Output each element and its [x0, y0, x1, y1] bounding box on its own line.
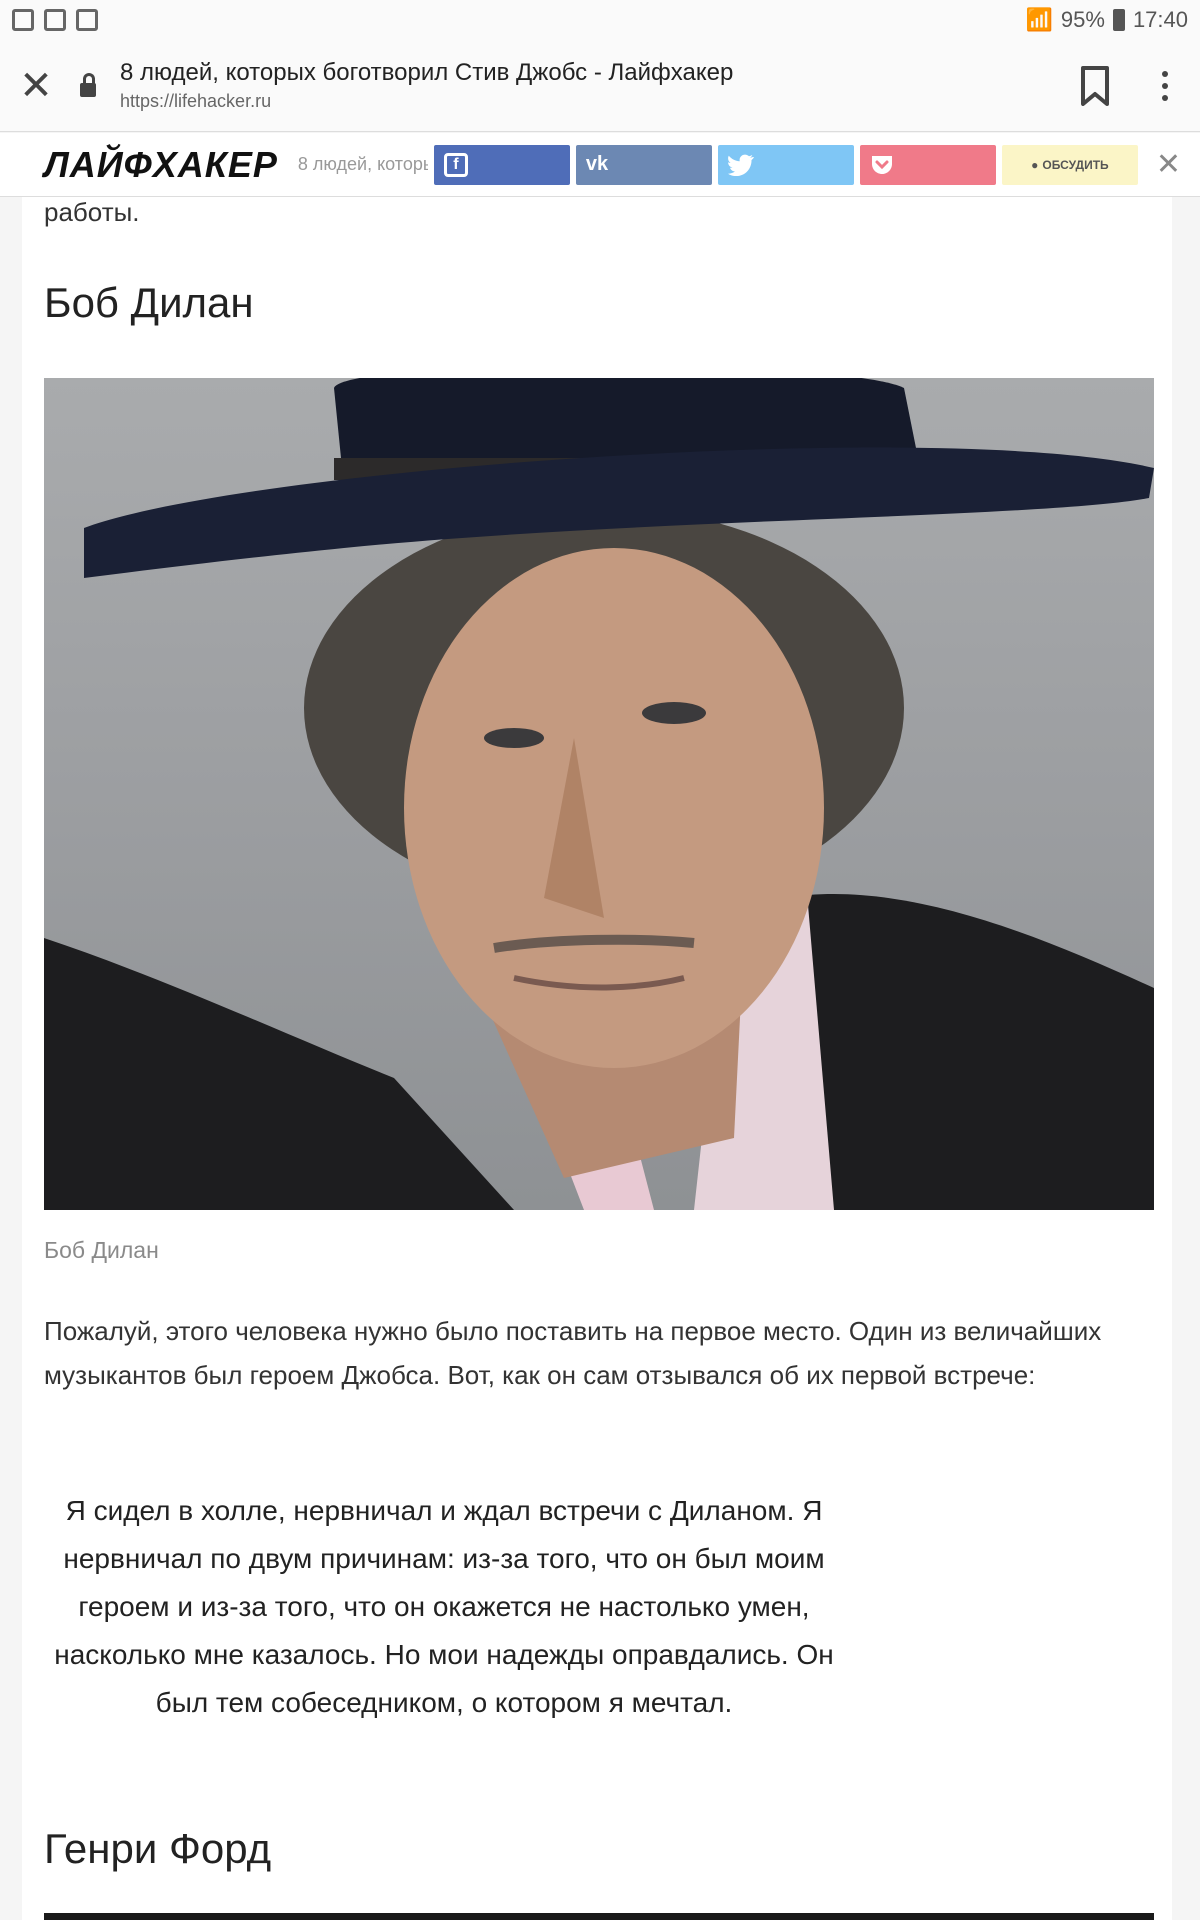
comment-icon: ●: [1031, 157, 1039, 172]
pocket-icon: [871, 155, 892, 174]
page-title: 8 людей, которых боготворил Стив Джобс -…: [120, 59, 734, 86]
battery-icon: [1112, 9, 1125, 31]
lock-icon[interactable]: [72, 72, 104, 97]
facebook-icon: f: [443, 152, 468, 177]
flipboard-icon: [44, 9, 66, 31]
address-bar[interactable]: 8 людей, которых боготворил Стив Джобс -…: [120, 59, 1060, 112]
share-twitter-button[interactable]: [717, 144, 854, 185]
browser-toolbar: ✕ 8 людей, которых боготворил Стив Джобс…: [0, 40, 1200, 132]
image-icon: [12, 9, 34, 31]
more-vert-icon: [1162, 70, 1168, 101]
close-icon: ✕: [19, 63, 53, 108]
system-status: 📶 95% 17:40: [1025, 7, 1188, 33]
header-article-title: 8 людей, которых: [297, 154, 428, 174]
page-url: https://lifehacker.ru: [120, 91, 272, 111]
notification-icons: [12, 9, 98, 31]
twitter-icon: [727, 154, 754, 176]
close-icon: ✕: [1155, 148, 1182, 181]
site-header: ЛАЙФХАКЕР 8 людей, которых f vk ● ОБСУДИ…: [0, 133, 1200, 197]
close-tab-button[interactable]: ✕: [0, 40, 72, 132]
gallery-icon: [76, 9, 98, 31]
previous-paragraph-end: работы.: [44, 197, 140, 227]
section-heading-henry-ford: Генри Форд: [44, 1825, 272, 1872]
vk-icon: vk: [585, 153, 609, 175]
article-paragraph: Пожалуй, этого человека нужно было поста…: [44, 1316, 1102, 1390]
wifi-icon: 📶: [1025, 7, 1053, 32]
share-vk-button[interactable]: vk: [575, 144, 712, 185]
next-photo-edge: [44, 1913, 1154, 1920]
status-bar: 📶 95% 17:40: [0, 0, 1200, 40]
discuss-label: ОБСУДИТЬ: [1042, 157, 1109, 172]
battery-level: 95%: [1060, 7, 1105, 32]
bookmark-icon: [1081, 65, 1109, 106]
photo-caption: Боб Дилан: [44, 1237, 159, 1263]
share-facebook-button[interactable]: f: [433, 144, 570, 185]
bob-dylan-photo[interactable]: [44, 378, 1154, 1210]
discuss-button[interactable]: ● ОБСУДИТЬ: [1001, 144, 1138, 185]
bookmark-button[interactable]: [1060, 40, 1130, 132]
portrait-illustration: [44, 378, 1154, 1210]
menu-button[interactable]: [1130, 40, 1200, 132]
close-header-button[interactable]: ✕: [1156, 147, 1181, 182]
clock: 17:40: [1132, 7, 1188, 32]
site-logo[interactable]: ЛАЙФХАКЕР: [44, 144, 278, 186]
article-content: работы. Боб Дилан Боб Дилан Пожалуй, это…: [22, 197, 1172, 1920]
section-heading-bob-dylan: Боб Дилан: [44, 279, 254, 326]
quote-block: Я сидел в холле, нервничал и ждал встреч…: [54, 1495, 834, 1718]
share-pocket-button[interactable]: [859, 144, 996, 185]
